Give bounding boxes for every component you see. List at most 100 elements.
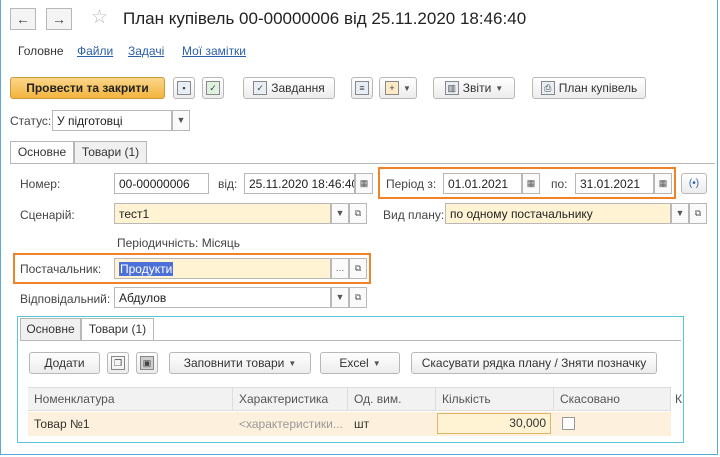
cell-quantity[interactable]: 30,000 [437, 413, 551, 434]
reports-label: Звіти [462, 81, 492, 95]
chevron-down-icon: ▼ [675, 208, 685, 218]
number-label: Номер: [20, 177, 61, 191]
create-based-icon: + [385, 81, 400, 95]
purchase-plan-print-button[interactable]: ⎙ План купівель [532, 77, 646, 99]
copy-icon: ❐ [111, 356, 125, 370]
chevron-down-icon: ▼ [495, 83, 504, 93]
supplier-open-button[interactable]: ⧉ [349, 258, 367, 279]
fill-goods-label: Заповнити товари [183, 356, 285, 370]
tasks-button[interactable]: ✓ Завдання [243, 77, 335, 99]
status-select[interactable]: У підготовці [52, 110, 172, 131]
journal-button[interactable]: ≡ [351, 77, 373, 99]
scenario-field[interactable]: тест1 [114, 203, 331, 224]
date-label: від: [218, 177, 238, 191]
col-header-extra[interactable]: К [673, 387, 683, 411]
calendar-icon: ▦ [359, 178, 369, 188]
copy-row-button[interactable]: ❐ [107, 352, 129, 374]
date-calendar-button[interactable]: ▦ [355, 173, 373, 194]
scenario-open-button[interactable]: ⧉ [349, 203, 367, 224]
chevron-down-icon: ▼ [288, 358, 297, 368]
nav-files[interactable]: Файли [77, 44, 113, 58]
open-icon: ⧉ [354, 292, 362, 302]
create-based-button[interactable]: + ▼ [379, 77, 417, 99]
excel-button[interactable]: Excel ▼ [320, 352, 400, 374]
cancelled-checkbox[interactable] [562, 417, 575, 430]
col-header-quantity[interactable]: Кількість [436, 387, 554, 411]
calendar-icon: ▦ [526, 178, 536, 188]
periodicity-text: Періодичність: Місяць [117, 236, 240, 250]
window-title: План купівель 00-00000006 від 25.11.2020… [123, 9, 527, 28]
arrow-right-icon: → [52, 11, 66, 27]
nav-notes[interactable]: Мої замітки [182, 44, 246, 58]
excel-label: Excel [339, 356, 369, 370]
tasks-icon: ✓ [253, 81, 268, 95]
post-doc-icon: ✓ [206, 81, 220, 95]
open-icon: ⧉ [354, 208, 362, 218]
paste-icon: ▣ [140, 356, 154, 370]
tasks-label: Завдання [271, 81, 325, 95]
save-button[interactable]: ▪ [173, 77, 195, 99]
post-and-close-button[interactable]: Провести та закрити [10, 77, 165, 99]
cancel-plan-rows-button[interactable]: Скасувати рядка плану / Зняти позначку [411, 352, 657, 374]
plan-type-field[interactable]: по одному постачальнику [445, 203, 671, 224]
add-row-button[interactable]: Додати [29, 352, 100, 374]
col-header-cancelled[interactable]: Скасовано [554, 387, 671, 411]
nav-main[interactable]: Головне [18, 44, 64, 58]
supplier-label: Постачальник: [20, 262, 102, 276]
printer-icon: ⎙ [540, 81, 555, 95]
period-select-button[interactable]: (•) [681, 173, 707, 194]
paste-row-button[interactable]: ▣ [136, 352, 158, 374]
cell-nomenclature[interactable]: Товар №1 [28, 412, 233, 436]
tab-main[interactable]: Основне [10, 141, 74, 164]
responsible-open-button[interactable]: ⧉ [349, 287, 367, 308]
chevron-down-icon: ▼ [372, 358, 381, 368]
status-dropdown-button[interactable]: ▼ [172, 110, 190, 131]
supplier-select-button[interactable]: … [331, 258, 349, 279]
cell-unit[interactable]: шт [348, 412, 436, 436]
responsible-label: Відповідальний: [20, 292, 111, 306]
chevron-down-icon: ▼ [403, 83, 411, 93]
date-field[interactable]: 25.11.2020 18:46:40 [244, 173, 355, 194]
col-header-unit[interactable]: Од. вим. [348, 387, 436, 411]
inner-tab-divider [20, 340, 681, 341]
plan-type-label: Вид плану: [383, 208, 445, 222]
col-header-nomenclature[interactable]: Номенклатура [28, 387, 233, 411]
back-button[interactable]: ← [10, 8, 36, 30]
plan-type-dropdown-button[interactable]: ▼ [671, 203, 689, 224]
tab-divider [10, 163, 715, 164]
tab-goods[interactable]: Товари (1) [74, 141, 147, 163]
period-to-label: по: [551, 177, 568, 191]
inner-tab-goods[interactable]: Товари (1) [81, 318, 154, 341]
open-icon: ⧉ [354, 263, 362, 273]
fill-goods-button[interactable]: Заповнити товари ▼ [169, 352, 311, 374]
supplier-value: Продукти [119, 262, 174, 276]
favorite-star-icon[interactable]: ☆ [91, 6, 108, 29]
scenario-dropdown-button[interactable]: ▼ [331, 203, 349, 224]
cell-characteristic[interactable]: <характеристики... [233, 412, 348, 436]
chevron-down-icon: ▼ [335, 208, 345, 218]
floppy-icon: ▪ [177, 81, 191, 95]
reports-icon: ▥ [444, 81, 459, 95]
period-from-label: Період з: [386, 177, 437, 191]
inner-tab-main[interactable]: Основне [20, 318, 81, 340]
responsible-field[interactable]: Абдулов [114, 287, 331, 308]
more-icon: … [335, 263, 345, 273]
plan-type-open-button[interactable]: ⧉ [689, 203, 707, 224]
period-from-calendar-button[interactable]: ▦ [522, 173, 540, 194]
period-from-field[interactable]: 01.01.2021 [443, 173, 522, 194]
period-to-calendar-button[interactable]: ▦ [654, 173, 672, 194]
post-button[interactable]: ✓ [202, 77, 224, 99]
forward-button[interactable]: → [46, 8, 72, 30]
col-header-characteristic[interactable]: Характеристика [233, 387, 348, 411]
purchase-plan-label: План купівель [558, 81, 638, 95]
period-to-field[interactable]: 31.01.2021 [575, 173, 654, 194]
supplier-field[interactable]: Продукти [114, 258, 331, 279]
chevron-down-icon: ▼ [335, 292, 345, 302]
number-field[interactable]: 00-00000006 [114, 173, 209, 194]
chevron-down-icon: ▼ [176, 115, 186, 125]
nav-tasks[interactable]: Задачі [128, 44, 164, 58]
reports-button[interactable]: ▥ Звіти ▼ [433, 77, 515, 99]
status-label: Статус: [10, 114, 52, 128]
responsible-dropdown-button[interactable]: ▼ [331, 287, 349, 308]
open-icon: ⧉ [694, 208, 702, 218]
